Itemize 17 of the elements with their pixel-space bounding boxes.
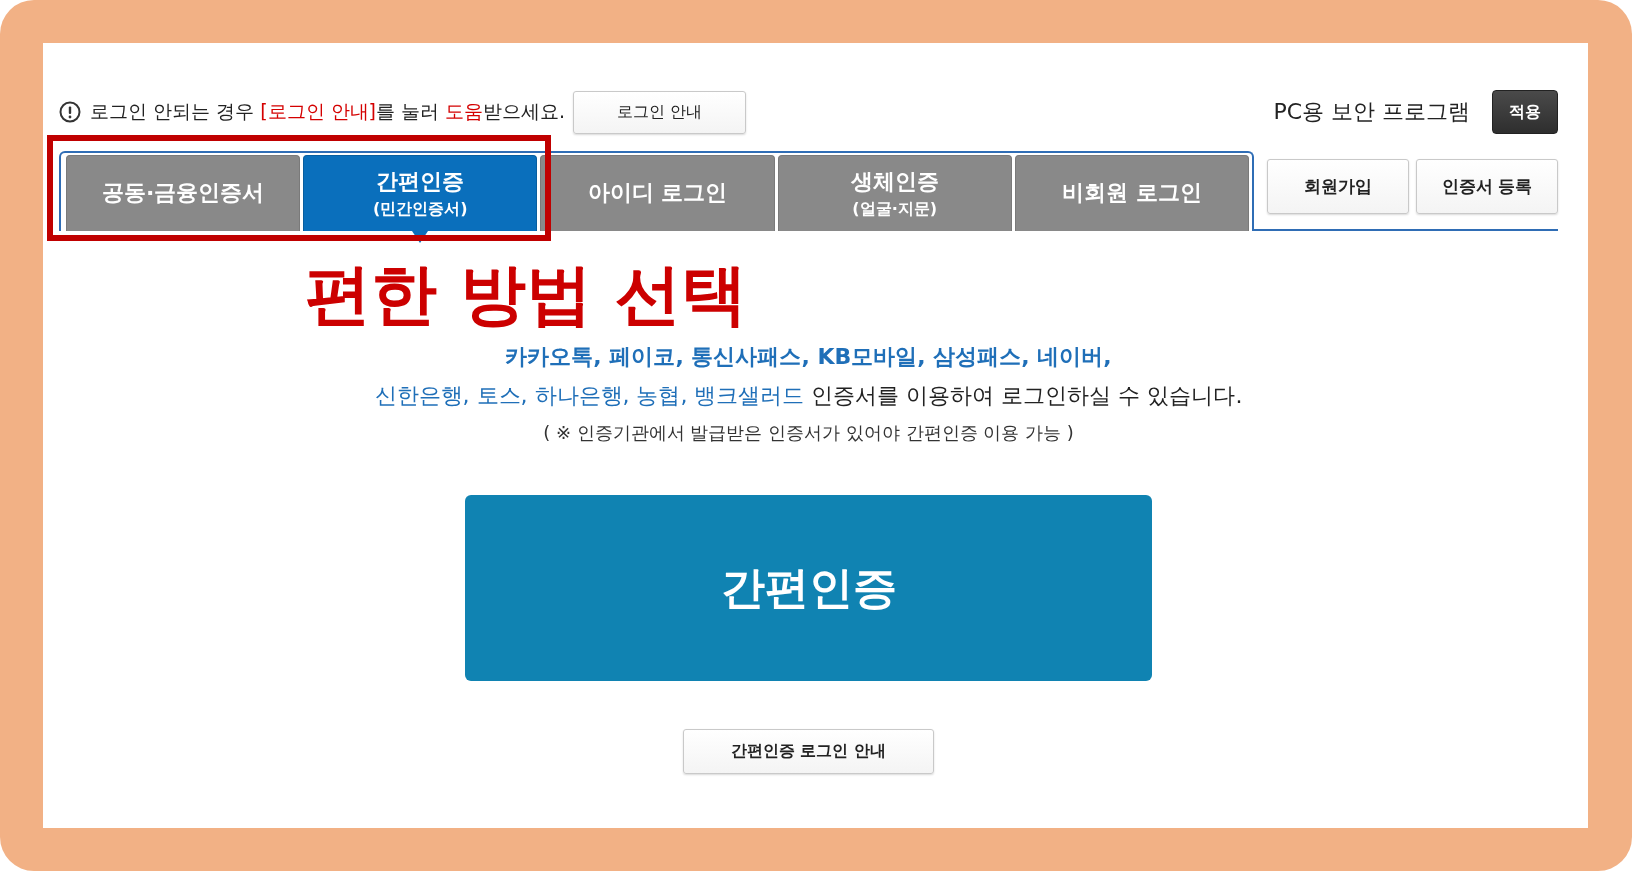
login-tab[interactable]: 아이디 로그인 (540, 155, 775, 231)
note-text: ( ※ 인증기관에서 발급받은 인증서가 있어야 간편인증 이용 가능 ) (543, 421, 1074, 445)
login-tab[interactable]: 비회원 로그인 (1014, 155, 1249, 231)
annotation-text: 편한 방법 선택 (305, 255, 747, 335)
simple-auth-guide-button[interactable]: 간편인증 로그인 안내 (683, 729, 934, 774)
login-guide-button[interactable]: 로그인 안내 (573, 90, 747, 134)
side-button[interactable]: 회원가입 (1267, 159, 1409, 214)
description-text: 카카오톡, 페이코, 통신사패스, KB모바일, 삼성패스, 네이버, 신한은행, 토스, 하나은행, 농협, 뱅크샐러드 인증서를 이용하여 로그인하실 수 있습니다. (374, 343, 1243, 410)
apply-button[interactable]: 적용 (1492, 90, 1558, 134)
exclamation-circle-icon (59, 101, 81, 123)
notice-text: 로그인 안되는 경우 [로그인 안내]를 눌러 도움받으세요. (90, 99, 566, 124)
login-tab[interactable]: 생체인증 (얼굴·지문) (777, 155, 1012, 231)
security-program-label: PC용 보안 프로그램 (1273, 98, 1470, 126)
login-tab[interactable]: 공동·금융인증서 (66, 155, 301, 231)
side-button[interactable]: 인증서 등록 (1416, 159, 1558, 214)
tab-pointer-icon (412, 231, 429, 243)
simple-auth-button[interactable]: 간편인증 (465, 495, 1152, 681)
